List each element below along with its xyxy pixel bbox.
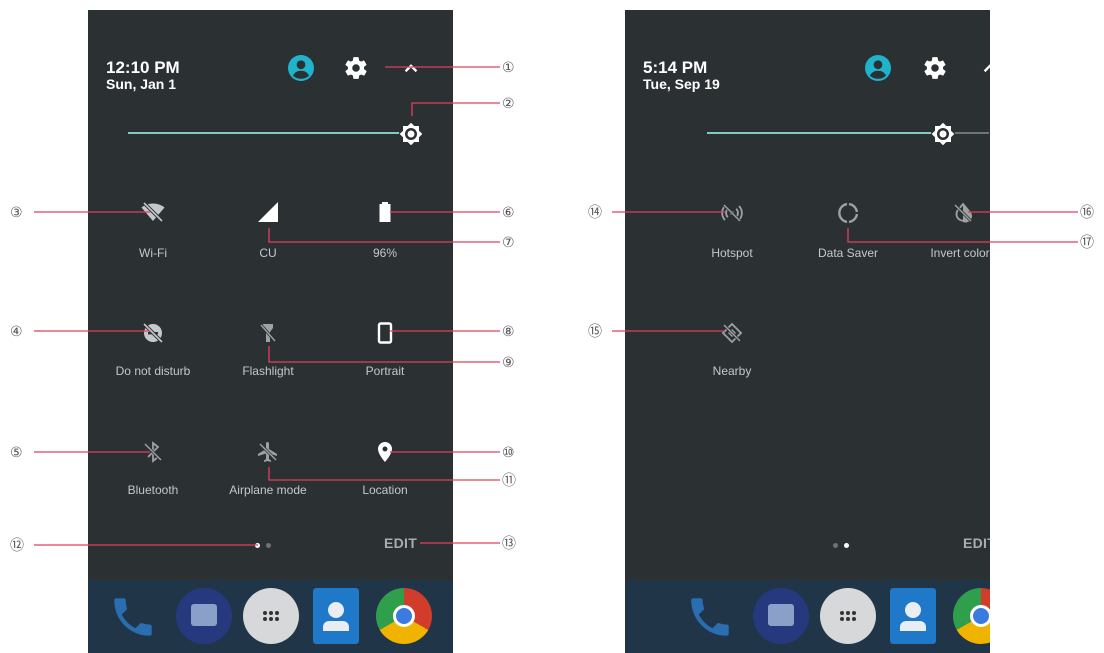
callout-number-11: ⑪ (502, 473, 516, 489)
tile-label-location: Location (362, 483, 408, 497)
phone-app-icon[interactable] (685, 592, 735, 642)
tile-label-hotspot: Hotspot (711, 246, 753, 260)
brightness-track-filled (128, 132, 411, 134)
tile-label-cellular: CU (259, 246, 277, 260)
tile-label-battery: 96% (372, 246, 398, 260)
callout-number-8: ⑧ (502, 324, 515, 340)
tile-label-wifi: Wi-Fi (139, 246, 167, 260)
app-drawer-icon[interactable] (243, 588, 299, 644)
user-avatar-icon[interactable] (865, 55, 891, 81)
invert-colors-off-icon[interactable] (951, 201, 975, 225)
tile-label-nearby: Nearby (712, 364, 752, 378)
callout-number-13: ⑬ (502, 536, 516, 552)
status-date: Sun, Jan 1 (106, 76, 177, 92)
cellular-signal-icon[interactable] (256, 200, 280, 224)
brightness-slider-thumb[interactable] (931, 122, 955, 146)
page-indicator-dot[interactable] (266, 543, 271, 548)
contacts-app-icon[interactable] (313, 588, 359, 644)
page-indicator-dot[interactable] (833, 543, 838, 548)
callout-number-7: ⑦ (502, 235, 515, 251)
home-dock (625, 580, 990, 653)
status-time: 12:10 PM (106, 58, 180, 77)
tile-label-airplane: Airplane mode (229, 483, 307, 497)
bluetooth-off-icon[interactable] (141, 440, 165, 464)
tile-label-flashlight: Flashlight (242, 364, 294, 378)
callout-number-14: ⑭ (588, 205, 602, 221)
flashlight-off-icon[interactable] (256, 321, 280, 345)
nearby-off-icon[interactable] (720, 321, 744, 345)
tile-label-data-saver: Data Saver (817, 246, 879, 260)
battery-icon[interactable] (373, 200, 397, 224)
callout-number-15: ⑮ (588, 324, 602, 340)
contacts-app-icon[interactable] (890, 588, 936, 644)
portrait-icon[interactable] (373, 321, 397, 345)
airplane-off-icon[interactable] (256, 440, 280, 464)
brightness-track-filled (707, 132, 943, 134)
user-avatar-icon[interactable] (288, 55, 314, 81)
callout-number-12: ⑫ (10, 538, 24, 554)
callout-number-3: ③ (10, 205, 23, 221)
collapse-chevron-icon[interactable] (398, 55, 424, 81)
callout-number-4: ④ (10, 324, 23, 340)
tile-label-invert-colors: Invert colors (930, 246, 990, 260)
callout-number-16: ⑯ (1080, 205, 1094, 221)
tile-label-bluetooth: Bluetooth (127, 483, 179, 497)
messages-app-icon[interactable] (176, 588, 232, 644)
status-time: 5:14 PM (643, 58, 708, 77)
location-pin-icon[interactable] (373, 440, 397, 464)
messages-app-icon[interactable] (753, 588, 809, 644)
app-drawer-icon[interactable] (820, 588, 876, 644)
quick-settings-panel-page-1: 12:10 PM Sun, Jan 1 Wi-Fi CU 96% Do not … (88, 10, 453, 653)
collapse-chevron-icon[interactable] (977, 55, 990, 81)
status-date: Tue, Sep 19 (643, 76, 720, 92)
hotspot-off-icon[interactable] (720, 201, 744, 225)
edit-button[interactable]: EDIT (963, 535, 990, 551)
phone-app-icon[interactable] (108, 592, 158, 642)
callout-number-6: ⑥ (502, 205, 515, 221)
quick-settings-panel-page-2: 5:14 PM Tue, Sep 19 Hotspot Data Saver I… (625, 10, 990, 653)
callout-number-1: ① (502, 60, 515, 76)
tile-label-portrait: Portrait (365, 364, 405, 378)
callout-number-2: ② (502, 96, 515, 112)
callout-number-9: ⑨ (502, 355, 515, 371)
data-saver-icon[interactable] (836, 201, 860, 225)
page-indicator-dot-active[interactable] (844, 543, 849, 548)
chrome-app-icon[interactable] (376, 588, 432, 644)
callout-number-5: ⑤ (10, 445, 23, 461)
edit-button[interactable]: EDIT (384, 535, 417, 551)
settings-gear-icon[interactable] (343, 55, 369, 81)
callout-number-10: ⑩ (502, 445, 515, 461)
settings-gear-icon[interactable] (922, 55, 948, 81)
page-indicator-dot-active[interactable] (255, 543, 260, 548)
tile-label-do-not-disturb: Do not disturb (115, 364, 191, 378)
chrome-app-icon[interactable] (953, 588, 990, 644)
callout-number-17: ⑰ (1080, 235, 1094, 251)
brightness-slider-thumb[interactable] (399, 122, 423, 146)
do-not-disturb-icon[interactable] (141, 321, 165, 345)
home-dock (88, 580, 453, 653)
wifi-off-icon[interactable] (141, 200, 165, 224)
